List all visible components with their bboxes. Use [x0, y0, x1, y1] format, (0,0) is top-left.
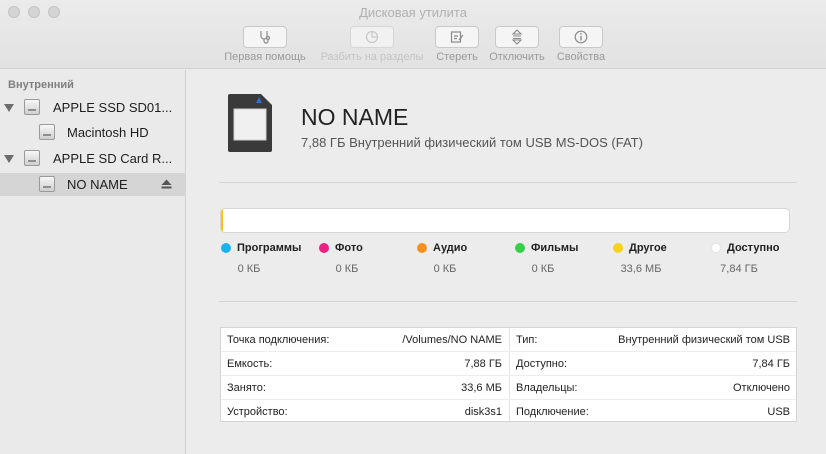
disk-icon [24, 150, 40, 166]
info-row-mount-point: Точка подключения: /Volumes/NO NAME [221, 328, 509, 352]
unmount-button[interactable]: Отключить [486, 26, 548, 63]
info-value: 33,6 МБ [461, 382, 502, 394]
unmount-label: Отключить [489, 51, 545, 63]
legend-available: Доступно 7,84 ГБ [711, 242, 821, 275]
legend-value: 7,84 ГБ [720, 263, 758, 275]
eject-icon[interactable] [161, 179, 172, 189]
legend-value: 0 КБ [531, 263, 555, 275]
disk-icon [24, 99, 40, 115]
info-key: Занято: [227, 382, 266, 394]
sidebar-item-apple-ssd[interactable]: APPLE SSD SD01... [0, 96, 186, 119]
sidebar-item-label: NO NAME [67, 177, 128, 192]
info-key: Доступно: [516, 358, 568, 370]
info-icon [574, 30, 588, 44]
usage-bar [220, 208, 790, 233]
info-row-available: Доступно: 7,84 ГБ [510, 352, 797, 376]
legend-other: Другое 33,6 МБ [613, 242, 723, 275]
sidebar-item-no-name[interactable]: NO NAME [0, 173, 186, 196]
erase-label: Стереть [436, 51, 478, 63]
main-panel: NO NAME 7,88 ГБ Внутренний физический то… [187, 70, 826, 454]
volume-name: NO NAME [301, 104, 409, 130]
legend-label: Аудио [433, 242, 468, 254]
legend-photos: Фото 0 КБ [319, 242, 429, 275]
info-label: Свойства [556, 51, 606, 63]
window-title: Дисковая утилита [359, 5, 467, 20]
first-aid-label: Первая помощь [224, 51, 306, 63]
divider [219, 301, 797, 302]
legend-dot [417, 243, 427, 253]
info-row-device: Устройство: disk3s1 [221, 400, 509, 424]
legend-apps: Программы 0 КБ [221, 242, 331, 275]
info-key: Устройство: [227, 406, 288, 418]
sidebar-item-label: APPLE SD Card R... [53, 151, 173, 166]
sidebar-item-macintosh-hd[interactable]: Macintosh HD [0, 121, 186, 144]
erase-icon [450, 31, 464, 43]
info-row-owners: Владельцы: Отключено [510, 376, 797, 400]
info-key: Подключение: [516, 406, 589, 418]
legend-dot [515, 243, 525, 253]
legend-value: 0 КБ [433, 263, 457, 275]
partition-label: Разбить на разделы [320, 51, 424, 63]
erase-button[interactable]: Стереть [432, 26, 482, 63]
volume-info-table: Точка подключения: /Volumes/NO NAME Емко… [220, 327, 797, 422]
info-row-type: Тип: Внутренний физический том USB [510, 328, 797, 352]
info-key: Владельцы: [516, 382, 578, 394]
info-row-used: Занято: 33,6 МБ [221, 376, 509, 400]
volume-icon [39, 176, 55, 192]
info-value: 7,84 ГБ [752, 358, 790, 370]
info-value: disk3s1 [464, 406, 502, 418]
info-key: Тип: [516, 334, 538, 346]
info-value: /Volumes/NO NAME [402, 334, 502, 346]
stethoscope-icon [260, 31, 271, 44]
info-value: 7,88 ГБ [464, 358, 502, 370]
volume-description: 7,88 ГБ Внутренний физический том USB MS… [301, 135, 643, 150]
legend-value: 0 КБ [237, 263, 261, 275]
partition-button[interactable]: Разбить на разделы [314, 26, 430, 63]
legend-movies: Фильмы 0 КБ [515, 242, 625, 275]
info-key: Точка подключения: [227, 334, 330, 346]
info-row-connection: Подключение: USB [510, 400, 797, 424]
legend-dot [613, 243, 623, 253]
legend-label: Фото [335, 242, 363, 254]
legend-dot [221, 243, 231, 253]
legend-value: 33,6 МБ [620, 263, 662, 275]
pie-icon [365, 30, 379, 44]
sidebar-item-label: Macintosh HD [67, 125, 149, 140]
disclosure-triangle-icon[interactable] [4, 155, 14, 163]
legend-value: 0 КБ [335, 263, 359, 275]
legend-audio: Аудио 0 КБ [417, 242, 527, 275]
sidebar-item-apple-sd-card[interactable]: APPLE SD Card R... [0, 147, 186, 170]
unmount-icon [511, 29, 523, 45]
info-value: USB [767, 406, 790, 418]
sidebar-item-label: APPLE SSD SD01... [53, 100, 173, 115]
toolbar: Дисковая утилита Первая помощь Разбить н… [0, 0, 826, 69]
legend-dot [711, 243, 721, 253]
legend-label: Фильмы [531, 242, 579, 254]
legend-dot [319, 243, 329, 253]
sd-card-icon [228, 94, 272, 152]
legend-label: Доступно [727, 242, 780, 254]
info-value: Отключено [733, 382, 790, 394]
first-aid-button[interactable]: Первая помощь [220, 26, 310, 63]
volume-icon [39, 124, 55, 140]
sidebar: Внутренний APPLE SSD SD01... Macintosh H… [0, 70, 186, 454]
legend-label: Программы [237, 242, 302, 254]
usage-bar-fill [221, 209, 224, 232]
divider [219, 182, 797, 183]
disclosure-triangle-icon[interactable] [4, 104, 14, 112]
legend-label: Другое [629, 242, 667, 254]
info-key: Емкость: [227, 358, 273, 370]
info-button[interactable]: Свойства [552, 26, 610, 63]
sidebar-section-internal: Внутренний [8, 79, 74, 91]
info-value: Внутренний физический том USB [618, 334, 790, 346]
info-row-capacity: Емкость: 7,88 ГБ [221, 352, 509, 376]
